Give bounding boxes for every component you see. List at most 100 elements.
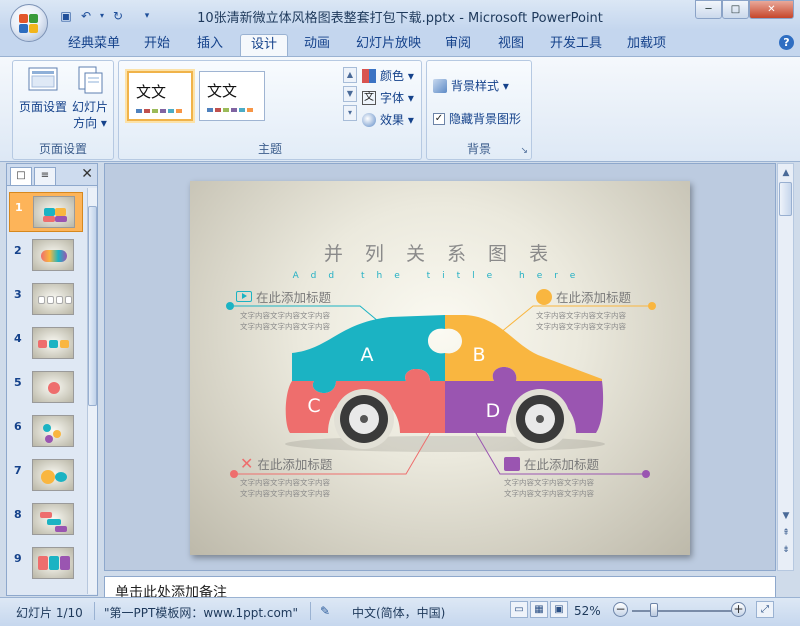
close-button[interactable]: ✕ (749, 0, 794, 19)
fit-to-window-icon[interactable]: ⤢ (756, 601, 774, 618)
slide-thumbnail[interactable]: 7 (9, 456, 83, 496)
background-group-label: 背景 (466, 142, 491, 156)
slide-thumbnail[interactable]: 2 (9, 236, 83, 276)
slide-canvas[interactable]: 并 列 关 系 图 表 Add the title here A B C D 在… (190, 181, 690, 555)
fonts-icon: 文 (362, 90, 376, 105)
theme-more-button[interactable]: ▾ (343, 105, 357, 121)
piece-label-a: A (361, 344, 374, 366)
ribbon: 页面设置 幻灯片 方向 ▾ 页面设置 文文 文文 ▲ ▼ ▾ 颜色 ▾ 文 字体… (0, 56, 800, 162)
background-group: 背景样式 ▾ ✓ 隐藏背景图形 背景 ↘ (426, 60, 532, 160)
tab-slide-show[interactable]: 幻灯片放映 (346, 34, 431, 56)
next-slide-icon[interactable]: ⇟ (779, 543, 793, 557)
tab-home[interactable]: 开始 (134, 34, 180, 56)
callout-top-left[interactable]: 在此添加标题 文字内容文字内容文字内容 文字内容文字内容文字内容 (236, 287, 331, 332)
piece-label-b: B (472, 344, 485, 366)
theme-scroll-up[interactable]: ▲ (343, 67, 357, 83)
colors-button[interactable]: 颜色 ▾ (362, 67, 414, 84)
undo-icon[interactable]: ↶ (78, 8, 94, 24)
callout-top-right[interactable]: 在此添加标题 文字内容文字内容文字内容 文字内容文字内容文字内容 (536, 287, 631, 332)
previous-slide-icon[interactable]: ⇞ (779, 526, 793, 540)
slide-thumbnail[interactable]: 5 (9, 368, 83, 408)
tab-design[interactable]: 设计 (240, 34, 289, 56)
background-styles-button[interactable]: 背景样式 ▾ (433, 77, 509, 94)
tab-classic-menu[interactable]: 经典菜单 (58, 34, 130, 56)
slide-orientation-icon (78, 66, 103, 94)
window-controls: ─ □ ✕ (695, 0, 794, 19)
page-setup-button[interactable]: 页面设置 (17, 65, 69, 115)
checkbox-checked-icon: ✓ (433, 112, 445, 125)
colors-icon (362, 68, 376, 83)
normal-view-icon[interactable]: ▭ (510, 601, 528, 618)
page-setup-group: 页面设置 幻灯片 方向 ▾ 页面设置 (12, 60, 114, 160)
slide-thumbnail[interactable]: 4 (9, 324, 83, 364)
notes-placeholder[interactable]: 单击此处添加备注 (115, 582, 227, 597)
video-icon (236, 291, 252, 302)
tab-insert[interactable]: 插入 (187, 34, 233, 56)
zoom-slider[interactable] (632, 610, 732, 612)
zoom-out-icon[interactable]: − (613, 602, 628, 617)
slides-panel: □ ≡ ✕ 1 2 3 4 5 6 7 8 9 (6, 163, 98, 596)
scroll-down-icon[interactable]: ▼ (779, 509, 793, 523)
hourglass-icon (504, 456, 520, 471)
scrollbar-thumb[interactable] (779, 182, 792, 216)
vertical-scrollbar[interactable]: ▲ ▼ ⇞ ⇟ (777, 163, 794, 571)
scrollbar-thumb[interactable] (88, 206, 97, 406)
notes-pane[interactable]: 单击此处添加备注 (104, 576, 776, 598)
undo-dropdown-icon[interactable]: ▾ (98, 8, 106, 24)
status-bar: 幻灯片 1/10 "第一PPT模板网：www.1ppt.com" ✎ 中文(简体… (0, 597, 800, 626)
themes-group: 文文 文文 ▲ ▼ ▾ 颜色 ▾ 文 字体 ▾ 效果 ▾ 主题 (118, 60, 422, 160)
theme-thumbnail-1[interactable]: 文文 (127, 71, 193, 121)
redo-icon[interactable]: ↻ (110, 8, 126, 24)
slide-thumbnail-list: 1 2 3 4 5 6 7 8 9 (9, 188, 85, 593)
zoom-level[interactable]: 52% (574, 604, 601, 618)
slide-orientation-button[interactable]: 幻灯片 方向 ▾ (67, 65, 113, 131)
theme-name: "第一PPT模板网：www.1ppt.com" (104, 606, 299, 620)
tab-review[interactable]: 审阅 (435, 34, 481, 56)
slide-sorter-view-icon[interactable]: ▦ (530, 601, 548, 618)
tab-view[interactable]: 视图 (488, 34, 534, 56)
slide-thumbnail[interactable]: 6 (9, 412, 83, 452)
effects-icon (362, 112, 376, 127)
zoom-slider-thumb[interactable] (650, 603, 658, 617)
theme-scroll-down[interactable]: ▼ (343, 86, 357, 102)
slides-tab[interactable]: □ (10, 167, 32, 185)
zoom-in-icon[interactable]: + (731, 602, 746, 617)
fonts-button[interactable]: 文 字体 ▾ (362, 89, 414, 106)
slides-panel-scrollbar[interactable] (87, 188, 97, 594)
tab-developer[interactable]: 开发工具 (540, 34, 612, 56)
spell-check-icon[interactable]: ✎ (320, 604, 330, 618)
effects-button[interactable]: 效果 ▾ (362, 111, 414, 128)
quick-access-toolbar: ▣ ↶ ▾ ↻ ▾ (58, 7, 154, 25)
piece-label-d: D (486, 400, 501, 422)
callout-bottom-right[interactable]: 在此添加标题 文字内容文字内容文字内容 文字内容文字内容文字内容 (504, 454, 599, 499)
tab-animations[interactable]: 动画 (294, 34, 340, 56)
slide-thumbnail[interactable]: 9 (9, 544, 83, 584)
slides-panel-tabs: □ ≡ ✕ (7, 164, 97, 186)
language-indicator[interactable]: 中文(简体，中国) (352, 604, 445, 621)
tab-add-ins[interactable]: 加载项 (617, 34, 676, 56)
slide-counter: 幻灯片 1/10 (16, 606, 83, 620)
close-panel-icon[interactable]: ✕ (81, 166, 93, 182)
theme-thumbnail-2[interactable]: 文文 (199, 71, 265, 121)
callout-bottom-left[interactable]: ✕ 在此添加标题 文字内容文字内容文字内容 文字内容文字内容文字内容 (240, 454, 332, 499)
outline-tab[interactable]: ≡ (34, 167, 56, 185)
help-icon[interactable]: ? (779, 35, 794, 50)
person-icon (536, 288, 552, 305)
scroll-up-icon[interactable]: ▲ (779, 166, 793, 180)
slide-show-view-icon[interactable]: ▣ (550, 601, 568, 618)
maximize-button[interactable]: □ (722, 0, 749, 19)
slide-thumbnail[interactable]: 8 (9, 500, 83, 540)
slide-thumbnail[interactable]: 3 (9, 280, 83, 320)
dialog-launcher-icon[interactable]: ↘ (520, 146, 528, 156)
themes-group-label: 主题 (257, 142, 282, 156)
hide-background-graphics-checkbox[interactable]: ✓ 隐藏背景图形 (433, 110, 521, 127)
minimize-button[interactable]: ─ (695, 0, 722, 19)
slide-thumbnail[interactable]: 1 (9, 192, 83, 232)
ribbon-tabs: 经典菜单 开始 插入 设计 动画 幻灯片放映 审阅 视图 开发工具 加载项 (0, 30, 800, 56)
office-button[interactable] (10, 4, 48, 42)
save-icon[interactable]: ▣ (58, 8, 74, 24)
tools-icon: ✕ (240, 454, 254, 473)
window-title: 10张清新微立体风格图表整套打包下载.pptx - Microsoft Powe… (197, 11, 603, 26)
page-setup-group-label: 页面设置 (38, 142, 87, 156)
paint-bucket-icon (433, 78, 447, 93)
